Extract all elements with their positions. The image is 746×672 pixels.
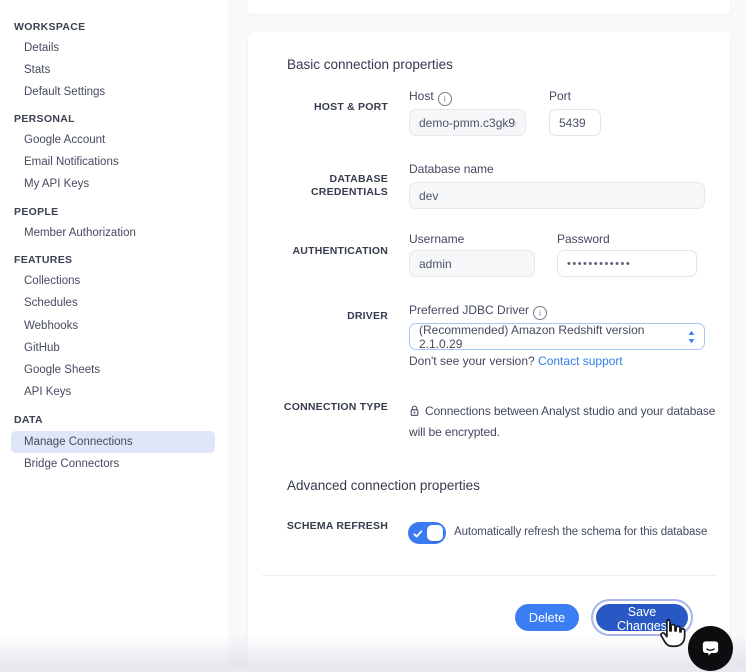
sidebar-item-bridge-connectors[interactable]: Bridge Connectors xyxy=(24,458,119,470)
port-input[interactable] xyxy=(549,109,601,136)
sidebar-item-schedules[interactable]: Schedules xyxy=(24,297,78,309)
sidebar-item-default-settings[interactable]: Default Settings xyxy=(24,86,105,98)
jdbc-driver-select[interactable]: (Recommended) Amazon Redshift version 2.… xyxy=(409,323,705,350)
sidebar-item-my-api-keys[interactable]: My API Keys xyxy=(24,178,89,190)
sidebar-item-api-keys[interactable]: API Keys xyxy=(24,386,71,398)
host-info-icon[interactable]: i xyxy=(438,92,452,106)
password-label: Password xyxy=(557,232,610,246)
jdbc-driver-selected-option: (Recommended) Amazon Redshift version 2.… xyxy=(419,323,687,351)
main-content-area: Basic connection properties HOST & PORT … xyxy=(228,0,746,672)
database-credentials-group-label: DATABASE CREDENTIALS xyxy=(268,173,388,199)
jdbc-driver-label: Preferred JDBC Driveri xyxy=(409,303,547,320)
username-input[interactable] xyxy=(409,250,535,277)
sidebar-section-data: DATA xyxy=(14,414,43,426)
password-input[interactable] xyxy=(557,250,697,277)
footer-divider xyxy=(262,575,716,576)
sidebar-item-google-account[interactable]: Google Account xyxy=(24,134,105,146)
driver-help-row: Don't see your version? Contact support xyxy=(409,354,623,368)
bottom-edge-bar xyxy=(0,666,746,672)
connection-settings-screen: WORKSPACE Details Stats Default Settings… xyxy=(0,0,746,672)
driver-help-text: Don't see your version? xyxy=(409,354,535,368)
sidebar-item-details[interactable]: Details xyxy=(24,42,59,54)
basic-section-title: Basic connection properties xyxy=(287,57,453,72)
select-caret-icon xyxy=(687,330,696,344)
host-input[interactable] xyxy=(409,109,526,136)
username-label: Username xyxy=(409,232,464,246)
sidebar: WORKSPACE Details Stats Default Settings… xyxy=(0,0,228,672)
sidebar-section-people: PEOPLE xyxy=(14,206,59,218)
schema-refresh-text: Automatically refresh the schema for thi… xyxy=(454,526,707,538)
sidebar-section-workspace: WORKSPACE xyxy=(14,21,85,33)
sidebar-item-email-notifications[interactable]: Email Notifications xyxy=(24,156,119,168)
chat-bubble-icon xyxy=(699,637,722,660)
sidebar-item-manage-connections[interactable]: Manage Connections xyxy=(24,436,133,448)
lock-icon xyxy=(409,405,420,417)
sidebar-item-google-sheets[interactable]: Google Sheets xyxy=(24,364,100,376)
save-changes-button[interactable]: Save Changes xyxy=(596,604,688,631)
sidebar-item-webhooks[interactable]: Webhooks xyxy=(24,320,78,332)
port-label: Port xyxy=(549,89,571,103)
host-port-group-label: HOST & PORT xyxy=(268,101,388,114)
sidebar-item-collections[interactable]: Collections xyxy=(24,275,80,287)
sidebar-section-personal: PERSONAL xyxy=(14,113,75,125)
driver-group-label: DRIVER xyxy=(268,310,388,323)
advanced-section-title: Advanced connection properties xyxy=(287,478,480,493)
sidebar-section-features: FEATURES xyxy=(14,254,72,266)
delete-button[interactable]: Delete xyxy=(515,604,579,631)
database-name-input[interactable] xyxy=(409,182,705,209)
schema-refresh-toggle[interactable] xyxy=(408,522,446,544)
sidebar-item-github[interactable]: GitHub xyxy=(24,342,60,354)
sidebar-item-stats[interactable]: Stats xyxy=(24,64,50,76)
jdbc-info-icon[interactable]: i xyxy=(533,306,547,320)
checkmark-icon xyxy=(412,527,424,545)
toggle-knob xyxy=(427,525,443,541)
previous-card-bottom-edge xyxy=(248,0,730,14)
connection-type-group-label: CONNECTION TYPE xyxy=(268,401,388,414)
host-label: Hosti xyxy=(409,89,452,106)
authentication-group-label: AUTHENTICATION xyxy=(268,245,388,258)
sidebar-item-member-authorization[interactable]: Member Authorization xyxy=(24,227,136,239)
connection-type-text: Connections between Analyst studio and y… xyxy=(409,401,731,443)
database-name-label: Database name xyxy=(409,162,494,176)
schema-refresh-group-label: SCHEMA REFRESH xyxy=(268,520,388,533)
chat-widget-button[interactable] xyxy=(688,626,733,671)
connection-properties-card: Basic connection properties HOST & PORT … xyxy=(248,32,730,672)
contact-support-link[interactable]: Contact support xyxy=(538,354,623,368)
